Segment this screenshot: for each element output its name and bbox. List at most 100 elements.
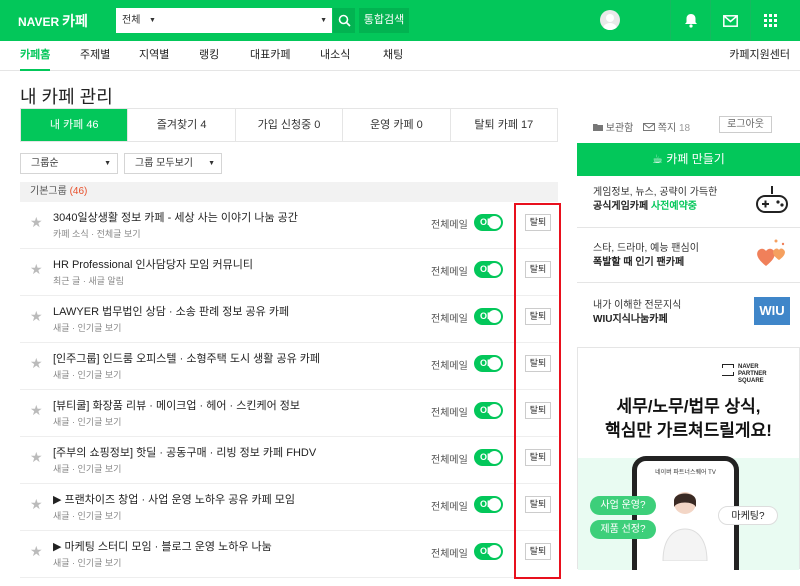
- ad-bubble-3: 마케팅?: [718, 506, 778, 525]
- cafe-name[interactable]: ▶ 마케팅 스터디 모임 · 블로그 운영 노하우 나눔: [53, 538, 393, 554]
- mail-icon: [723, 14, 738, 27]
- cafe-name[interactable]: ▶ 프랜차이즈 창업 · 사업 운영 노하우 공유 카페 모임: [53, 491, 393, 507]
- envelope-icon: [643, 123, 655, 131]
- cafe-name[interactable]: LAWYER 법무법인 상담 · 소송 판례 정보 공유 카페: [53, 303, 393, 319]
- star-icon[interactable]: ★: [30, 402, 43, 419]
- star-icon[interactable]: ★: [30, 214, 43, 231]
- tab-pending-join[interactable]: 가입 신청중 0: [234, 109, 342, 141]
- ad-banner[interactable]: NAVER PARTNER SQUARE 세무/노무/법무 상식, 핵심만 가르…: [577, 347, 800, 570]
- star-icon[interactable]: ★: [30, 449, 43, 466]
- nav-featured-cafe[interactable]: 대표카페: [250, 41, 290, 71]
- search-icon: [338, 14, 351, 27]
- nav-ranking[interactable]: 랭킹: [199, 41, 219, 71]
- cafe-tabs: 내 카페 46 즐겨찾기 4 가입 신청중 0 운영 카페 0 탈퇴 카페 17: [20, 108, 558, 142]
- nav-my-news[interactable]: 내소식: [320, 41, 350, 71]
- app-menu-button[interactable]: [750, 0, 790, 41]
- cafe-name[interactable]: HR Professional 인사담당자 모임 커뮤니티: [53, 256, 393, 272]
- naver-cafe-logo[interactable]: NAVER 카페: [18, 11, 88, 31]
- all-mail-label: 전체메일: [431, 314, 468, 325]
- mail-toggle[interactable]: ON: [474, 496, 503, 513]
- promo-wiu-cafe[interactable]: 내가 이해한 전문지식 WIU지식나눔카페 WIU: [577, 283, 800, 341]
- highlight-box: [514, 203, 561, 579]
- star-icon[interactable]: ★: [30, 543, 43, 560]
- search-dropdown-icon[interactable]: ▼: [320, 9, 327, 32]
- promo-line2: 공식게임카페: [593, 201, 651, 212]
- promo-line2: 폭발할 때: [593, 257, 636, 268]
- mail-toggle[interactable]: ON: [474, 261, 503, 278]
- caret-down-icon: ▼: [208, 160, 215, 167]
- cafe-row: ★ [인주그룹] 인드룸 오피스텔 · 소형주택 도시 생활 공유 카페 새글 …: [20, 344, 558, 390]
- cafe-row: ★ [주부의 쇼핑정보] 핫딜 · 공동구매 · 리빙 정보 카페 FHDV 새…: [20, 438, 558, 484]
- mail-toggle[interactable]: ON: [474, 355, 503, 372]
- promo-line1: 내가 이해한 전문지식: [593, 300, 682, 311]
- top-bar: NAVER 카페 전체 ▼ ▼ 통합검색: [0, 0, 800, 41]
- wiu-logo: WIU: [754, 297, 790, 325]
- promo-fan-cafe[interactable]: 스타, 드라마, 예능 팬심이폭발할 때 인기 팬카페: [577, 228, 800, 283]
- nav-by-topic[interactable]: 주제별: [80, 41, 110, 71]
- tab-left-cafe[interactable]: 탈퇴 카페 17: [449, 109, 557, 141]
- mail-toggle[interactable]: ON: [474, 402, 503, 419]
- mail-button[interactable]: [710, 0, 750, 41]
- star-icon[interactable]: ★: [30, 261, 43, 278]
- search-scope-select[interactable]: 전체 ▼: [117, 9, 161, 32]
- phone-title: 네이버 파트너스퀘어 TV: [655, 470, 716, 476]
- caret-down-icon: ▼: [104, 160, 111, 167]
- cafe-name[interactable]: 3040일상생활 정보 카페 - 세상 사는 이야기 나눔 공간: [53, 209, 393, 225]
- mail-toggle[interactable]: ON: [474, 449, 503, 466]
- all-mail-label: 전체메일: [431, 455, 468, 466]
- sort-select-label: 그룹순: [31, 158, 59, 169]
- coffee-icon: ☕: [652, 152, 663, 166]
- search-box: 전체 ▼ ▼: [116, 8, 332, 33]
- cafe-row: ★ ▶ 마케팅 스터디 모임 · 블로그 운영 노하우 나눔 새글 · 인기글 …: [20, 532, 558, 578]
- avatar[interactable]: [600, 10, 620, 30]
- notes-label: 쪽지: [657, 123, 677, 134]
- promo-game-cafe[interactable]: 게임정보, 뉴스, 공략이 가득한공식게임카페 사전예약중: [577, 176, 800, 228]
- cafe-row: ★ LAWYER 법무법인 상담 · 소송 판례 정보 공유 카페 새글 · 인…: [20, 297, 558, 343]
- sort-select[interactable]: 그룹순 ▼: [20, 153, 118, 174]
- person-image: [662, 492, 708, 561]
- cafe-row: ★ HR Professional 인사담당자 모임 커뮤니티 최근 글 · 새…: [20, 250, 558, 296]
- star-icon[interactable]: ★: [30, 355, 43, 372]
- group-filter-label: 그룹 모두보기: [135, 158, 193, 169]
- ad-bubble-1: 사업 운영?: [590, 496, 656, 515]
- cafe-subinfo: 새글 · 인기글 보기: [53, 370, 122, 380]
- search-button[interactable]: [333, 8, 355, 33]
- nav-chat[interactable]: 채팅: [383, 41, 403, 71]
- nav-cafe-home[interactable]: 카페홈: [20, 41, 51, 71]
- promo-line1: 스타, 드라마, 예능 팬심이: [593, 243, 699, 254]
- promo-highlight: 사전예약중: [650, 201, 697, 212]
- support-center-link[interactable]: 카페지원센터: [729, 41, 790, 69]
- tab-my-cafe[interactable]: 내 카페 46: [21, 109, 128, 141]
- cafe-subinfo: 새글 · 인기글 보기: [53, 417, 122, 427]
- make-cafe-label: 카페 만들기: [666, 152, 725, 166]
- notification-button[interactable]: [670, 0, 710, 41]
- promo-highlight: 인기 팬카페: [635, 257, 685, 268]
- all-mail-label: 전체메일: [431, 549, 468, 560]
- total-search-button[interactable]: 통합검색: [359, 8, 409, 33]
- make-cafe-button[interactable]: ☕ 카페 만들기: [577, 143, 800, 176]
- mail-toggle[interactable]: ON: [474, 214, 503, 231]
- folder-icon: [593, 124, 603, 131]
- notes-link[interactable]: 쪽지 18: [643, 119, 690, 134]
- group-filter-select[interactable]: 그룹 모두보기 ▼: [124, 153, 222, 174]
- promo-line1: 게임정보, 뉴스, 공략이 가득한: [593, 187, 718, 198]
- cafe-name[interactable]: [뷰티쿨] 화장품 리뷰 · 메이크업 · 헤어 · 스킨케어 정보: [53, 397, 393, 413]
- cafe-subinfo: 카페 소식 · 전체글 보기: [53, 229, 141, 239]
- star-icon[interactable]: ★: [30, 308, 43, 325]
- search-input[interactable]: [161, 9, 311, 32]
- tab-favorites[interactable]: 즐겨찾기 4: [127, 109, 234, 141]
- cafe-name[interactable]: [주부의 쇼핑정보] 핫딜 · 공동구매 · 리빙 정보 카페 FHDV: [53, 444, 393, 460]
- hearts-icon: [757, 239, 785, 266]
- ad-headline-1: 세무/노무/법무 상식,: [616, 397, 761, 416]
- tab-managed-cafe[interactable]: 운영 카페 0: [342, 109, 449, 141]
- cafe-name[interactable]: [인주그룹] 인드룸 오피스텔 · 소형주택 도시 생활 공유 카페: [53, 350, 393, 366]
- nav-by-region[interactable]: 지역별: [139, 41, 169, 71]
- cafe-subinfo: 새글 · 인기글 보기: [53, 558, 122, 568]
- saved-link[interactable]: 보관함: [593, 119, 633, 134]
- mail-toggle[interactable]: ON: [474, 543, 503, 560]
- mail-toggle[interactable]: ON: [474, 308, 503, 325]
- star-icon[interactable]: ★: [30, 496, 43, 513]
- ad-bubble-2: 제품 선정?: [590, 520, 656, 539]
- cafe-subinfo: 새글 · 인기글 보기: [53, 464, 122, 474]
- logout-button[interactable]: 로그아웃: [719, 116, 772, 133]
